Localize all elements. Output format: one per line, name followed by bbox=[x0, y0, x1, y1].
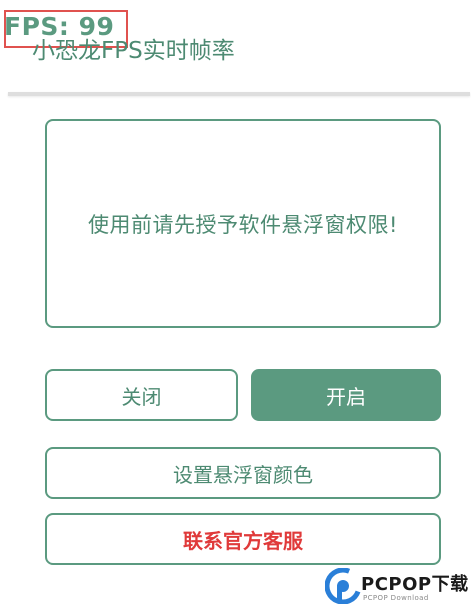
open-button[interactable]: 开启 bbox=[251, 369, 441, 421]
fps-counter: FPS: 99 bbox=[4, 12, 115, 41]
permission-notice-box: 使用前请先授予软件悬浮窗权限! bbox=[45, 119, 441, 328]
pcpop-logo-icon bbox=[325, 568, 361, 604]
watermark-brand: PCPOP下载 bbox=[361, 574, 469, 595]
close-button[interactable]: 关闭 bbox=[45, 369, 238, 421]
watermark: PCPOP下载 PCPOP Download bbox=[325, 566, 471, 608]
watermark-subtitle: PCPOP Download bbox=[363, 594, 429, 602]
page-title: 小恐龙FPS实时帧率 bbox=[32, 38, 235, 64]
set-overlay-color-button[interactable]: 设置悬浮窗颜色 bbox=[45, 447, 441, 499]
header-divider bbox=[8, 92, 470, 96]
contact-support-button[interactable]: 联系官方客服 bbox=[45, 513, 441, 565]
permission-notice-text: 使用前请先授予软件悬浮窗权限! bbox=[88, 212, 398, 237]
